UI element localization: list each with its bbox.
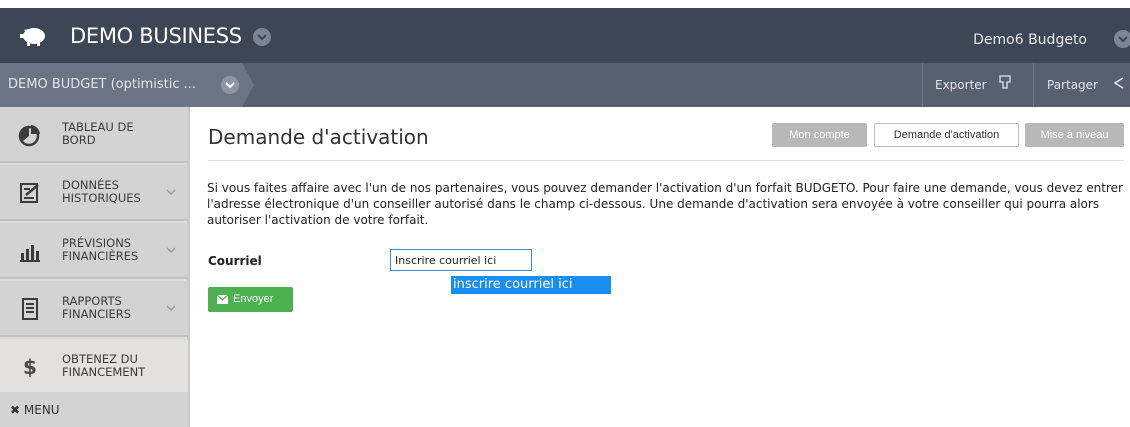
user-name[interactable]: Demo6 Budgeto <box>973 32 1087 48</box>
dollar-icon: $ <box>23 355 37 379</box>
brand-menu-chevron-icon[interactable] <box>253 28 271 46</box>
my-account-button[interactable]: Mon compte <box>772 123 867 147</box>
sidebar-item-financing[interactable]: $ OBTENEZ DU FINANCEMENT <box>0 339 188 395</box>
email-tooltip: inscrire courriel ici <box>451 276 611 294</box>
sidebar-item-label: PRÉVISIONS FINANCIÈRES <box>62 236 139 263</box>
bar-chart-icon <box>20 245 40 262</box>
chevron-down-icon <box>166 247 176 254</box>
send-label: Envoyer <box>233 293 274 305</box>
envelope-icon <box>217 295 228 304</box>
sub-header: DEMO BUDGET (optimistic ... Exporter Par… <box>0 63 1130 107</box>
chevron-down-icon <box>166 189 176 196</box>
divider <box>922 63 923 107</box>
sidebar-item-label: OBTENEZ DU FINANCEMENT <box>62 352 146 379</box>
email-label: Courriel <box>208 254 262 268</box>
piggy-bank-icon[interactable] <box>20 26 48 46</box>
menu-label-wrap: ✖ MENU <box>10 403 60 417</box>
pie-chart-icon <box>18 125 40 147</box>
sidebar-item-label: TABLEAU DE BORD <box>62 120 134 147</box>
divider <box>208 160 1124 161</box>
export-button[interactable]: Exporter <box>935 63 1035 107</box>
edit-document-icon <box>20 183 39 203</box>
upgrade-button[interactable]: Mise à niveau <box>1025 123 1124 147</box>
user-menu-chevron-icon[interactable] <box>1114 30 1130 48</box>
send-button[interactable]: Envoyer <box>208 287 293 312</box>
budget-selector[interactable]: DEMO BUDGET (optimistic ... <box>0 63 254 107</box>
budget-name[interactable]: DEMO BUDGET (optimistic ... <box>8 77 196 92</box>
sidebar-item-historical-data[interactable]: DONNÉES HISTORIQUES <box>0 165 188 221</box>
page-title: Demande d'activation <box>208 125 429 149</box>
budget-chevron-icon[interactable] <box>221 76 239 94</box>
export-icon <box>999 75 1011 89</box>
menu-label: MENU <box>23 403 60 417</box>
sidebar-item-reports[interactable]: RAPPORTS FINANCIERS <box>0 281 188 337</box>
email-field[interactable] <box>390 249 532 271</box>
divider <box>1033 63 1034 107</box>
sidebar-item-forecasts[interactable]: PRÉVISIONS FINANCIÈRES <box>0 223 188 279</box>
sidebar-item-label: RAPPORTS FINANCIERS <box>62 294 132 321</box>
report-icon <box>22 298 38 320</box>
share-icon <box>1113 77 1124 89</box>
share-button[interactable]: Partager <box>1047 63 1130 107</box>
sidebar-item-dashboard[interactable]: TABLEAU DE BORD <box>0 107 188 163</box>
activation-request-button[interactable]: Demande d'activation <box>874 123 1019 147</box>
sidebar-item-label: DONNÉES HISTORIQUES <box>62 178 141 205</box>
top-header: DEMO BUSINESS Demo6 Budgeto <box>0 8 1130 63</box>
close-icon: ✖ <box>10 403 21 417</box>
sidebar: TABLEAU DE BORD DONNÉES HISTORIQUES PRÉV… <box>0 107 190 427</box>
brand-name[interactable]: DEMO BUSINESS <box>70 24 242 48</box>
export-label: Exporter <box>935 78 987 92</box>
intro-text: Si vous faites affaire avec l'un de nos … <box>207 181 1123 227</box>
chevron-down-icon <box>166 305 176 312</box>
share-label: Partager <box>1047 78 1098 92</box>
menu-toggle-button[interactable]: ✖ MENU <box>0 392 188 427</box>
